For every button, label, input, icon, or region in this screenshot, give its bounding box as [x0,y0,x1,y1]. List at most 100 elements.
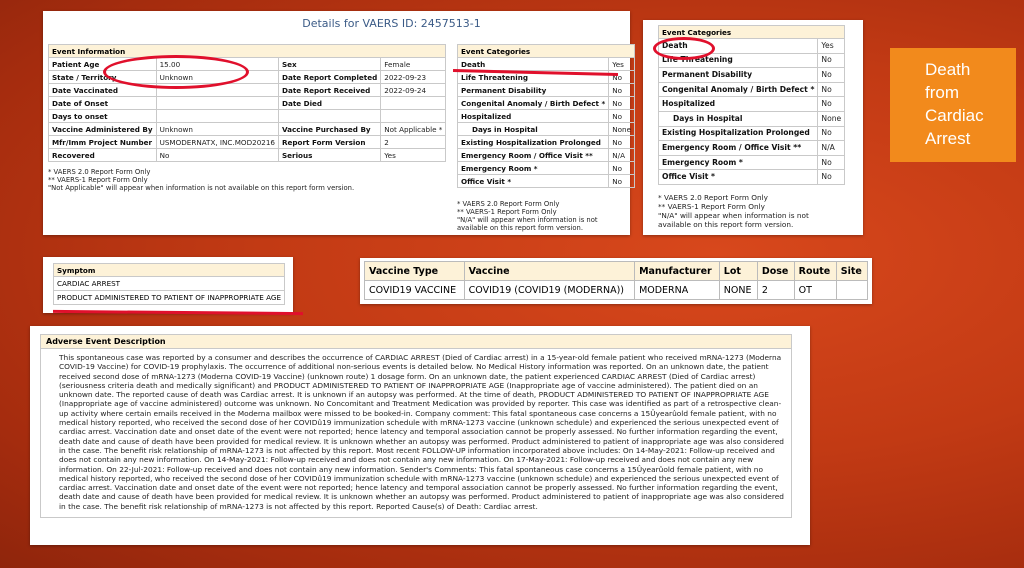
category-row: Emergency Room * No [456,161,636,175]
vaccine-cell: OT [793,280,837,300]
category-row: Days in Hospital None [456,122,636,136]
vaccine-panel: Vaccine Type Vaccine Manufacturer Lot Dose Ro… [360,258,872,304]
category-label: Emergency Room * [456,161,610,175]
detail-row: Vaccine Administered By Unknown Vaccine Pu… [48,122,447,136]
symptom-item: PRODUCT ADMINISTERED TO PATIENT OF INAPP… [53,290,285,305]
vaccine-cell: COVID19 VACCINE [364,280,465,300]
field-value: Yes [380,148,447,162]
symptom-panel: Symptom CARDIAC ARREST PRODUCT ADMINISTE… [43,257,293,313]
detail-row: Date Vaccinated Date Report Received 2022-… [48,83,447,97]
field-label: Date Report Completed [277,70,382,84]
category-row: Existing Hospitalization Prolonged No [456,135,636,149]
field-label: Recovered [48,148,157,162]
event-categories-small: Event Categories Death Yes Life Threatenin… [456,44,636,188]
field-value: USMODERNATX, INC.MOD20216 [155,135,280,149]
field-label: Date Died [277,96,382,110]
field-value: 2022-09-23 [380,70,447,84]
event-info-table: Event Information Patient Age 15.00 Sex Fem… [47,44,447,162]
category-value: No [817,52,846,69]
field-value: No [155,148,280,162]
adverse-panel: Adverse Event Description This spontaneo… [30,326,810,545]
category-row: Hospitalized No [657,96,846,112]
field-label: Vaccine Purchased By [277,122,382,136]
category-label: Permanent Disability [456,83,610,97]
field-label: Date of Onset [48,96,157,110]
page-title: Details for VAERS ID: 2457513-1 [302,17,481,30]
field-value [380,109,447,123]
category-row: Emergency Room / Office Visit ** N/A [657,140,846,156]
vaccine-column-header: Lot [718,261,758,281]
category-label: Days in Hospital [456,122,610,136]
category-value: No [817,169,846,185]
category-value: Yes [817,38,846,54]
field-value [155,96,280,110]
vaccine-cell [835,280,869,300]
detail-row: Mfr/Imm Project Number USMODERNATX, INC.M… [48,135,447,149]
category-value: No [608,109,636,123]
categories-small-notes: * VAERS 2.0 Report Form Only ** VAERS-1 … [457,200,598,232]
category-value: None [817,110,846,127]
category-label: Office Visit * [456,174,610,188]
category-row: Hospitalized No [456,109,636,123]
category-value: No [608,161,636,175]
field-value: Female [380,57,447,71]
category-row: Death Yes [456,57,636,71]
category-row: Existing Hospitalization Prolonged No [657,125,846,142]
field-label: Serious [277,148,382,162]
detail-row: Recovered No Serious Yes [48,148,447,162]
category-label: Congenital Anomaly / Birth Defect * [657,81,819,98]
details-notes: * VAERS 2.0 Report Form Only ** VAERS-1 … [48,168,355,192]
category-label: Existing Hospitalization Prolonged [456,135,610,149]
symptom-item: CARDIAC ARREST [53,276,285,291]
category-row: Congenital Anomaly / Birth Defect * No [456,96,636,110]
field-label: Vaccine Administered By [48,122,157,136]
category-value: N/A [608,148,636,162]
category-label: Emergency Room * [657,154,819,171]
category-value: No [817,154,846,171]
category-label: Death [456,57,610,71]
category-row: Office Visit * No [456,174,636,188]
category-value: No [608,135,636,149]
category-label: Office Visit * [657,169,819,185]
vaccine-column-header: Vaccine Type [364,261,465,281]
field-label [277,109,382,123]
category-label: Emergency Room / Office Visit ** [657,140,819,156]
field-label: Sex [277,57,382,71]
field-label: Mfr/Imm Project Number [48,135,157,149]
vaccine-cell: COVID19 (COVID19 (MODERNA)) [463,280,636,300]
vaccine-column-header: Vaccine [463,261,636,281]
event-info-header: Event Information [47,44,447,58]
death-highlight-circle [653,37,715,60]
category-value: No [608,174,636,188]
category-value: No [817,96,846,112]
vaccine-table: Vaccine Type Vaccine Manufacturer Lot Dose Ro… [364,261,869,300]
field-value [155,109,280,123]
category-row: Permanent Disability No [456,83,636,97]
category-label: Existing Hospitalization Prolonged [657,125,819,142]
category-value: No [817,67,846,83]
vaccine-cell: MODERNA [634,280,720,300]
category-label: Congenital Anomaly / Birth Defect * [456,96,610,110]
vaccine-column-header: Route [793,261,837,281]
field-label: Date Report Received [277,83,382,97]
category-label: Permanent Disability [657,67,819,83]
vaccine-column-header: Site [835,261,869,281]
category-value: None [608,122,636,136]
vaccine-cell: NONE [718,280,758,300]
category-value: No [817,81,846,98]
category-value: N/A [817,140,846,156]
category-row: Emergency Room / Office Visit ** N/A [456,148,636,162]
category-label: Days in Hospital [657,110,819,127]
details-panel: Details for VAERS ID: 2457513-1 Event In… [43,11,636,235]
category-row: Congenital Anomaly / Birth Defect * No [657,81,846,98]
categories-large-notes: * VAERS 2.0 Report Form Only ** VAERS-1 … [658,193,809,229]
vaccine-column-header: Manufacturer [634,261,720,281]
field-label: Report Form Version [277,135,382,149]
category-row: Days in Hospital None [657,110,846,127]
age-highlight-circle [103,55,249,89]
category-row: Emergency Room * No [657,154,846,171]
field-value: Not Applicable * [380,122,447,136]
category-row: Permanent Disability No [657,67,846,83]
field-label: Days to onset [48,109,157,123]
category-label: Emergency Room / Office Visit ** [456,148,610,162]
